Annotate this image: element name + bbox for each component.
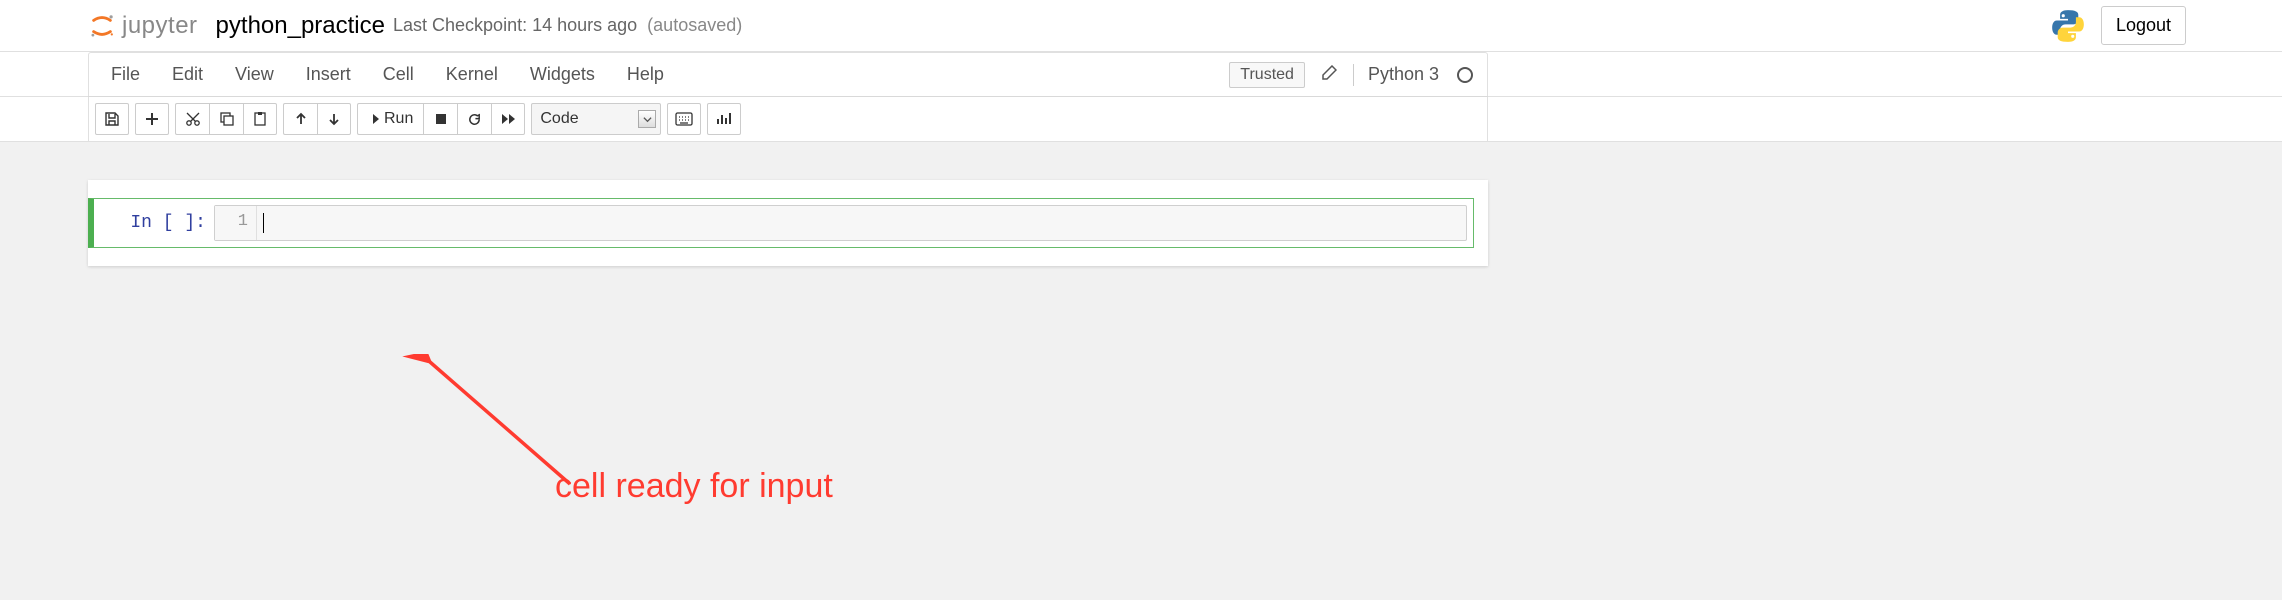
move-up-button[interactable]	[283, 103, 317, 135]
menubar: File Edit View Insert Cell Kernel Widget…	[88, 52, 1488, 96]
notebook-area: In [ ]: 1 cell ready for input	[0, 142, 2282, 600]
stop-icon	[435, 113, 447, 125]
kernel-name[interactable]: Python 3	[1362, 64, 1445, 85]
checkpoint-text: Last Checkpoint: 14 hours ago	[393, 15, 637, 36]
jupyter-logo-text: jupyter	[122, 12, 198, 40]
notebook-title[interactable]: python_practice	[216, 12, 385, 40]
logout-button[interactable]: Logout	[2101, 6, 2186, 45]
run-icon	[368, 113, 380, 125]
cell-input-area[interactable]: 1	[214, 205, 1467, 241]
divider	[1353, 64, 1354, 86]
pencil-icon[interactable]	[1313, 61, 1345, 88]
cell-prompt: In [ ]:	[94, 205, 214, 241]
annotation-text: cell ready for input	[555, 467, 833, 506]
notebook-container: In [ ]: 1	[88, 180, 1488, 266]
code-editor[interactable]	[257, 206, 1466, 240]
scissors-icon	[185, 111, 201, 127]
menu-insert[interactable]: Insert	[290, 56, 367, 93]
restart-icon	[467, 112, 482, 127]
code-cell[interactable]: In [ ]: 1	[88, 198, 1474, 248]
add-cell-button[interactable]	[135, 103, 169, 135]
paste-icon	[252, 111, 268, 127]
toolbar-container: Run Code	[0, 97, 2282, 142]
header: jupyter python_practice Last Checkpoint:…	[0, 0, 2282, 52]
header-right: Logout	[2049, 6, 2186, 45]
arrow-up-icon	[294, 112, 308, 126]
plus-icon	[145, 112, 159, 126]
run-group: Run	[357, 103, 525, 135]
menu-help[interactable]: Help	[611, 56, 680, 93]
bar-chart-icon	[716, 112, 732, 126]
cut-button[interactable]	[175, 103, 209, 135]
menubar-right: Trusted Python 3	[1229, 61, 1481, 88]
menu-cell[interactable]: Cell	[367, 56, 430, 93]
kernel-idle-icon	[1457, 67, 1473, 83]
save-button[interactable]	[95, 103, 129, 135]
autosaved-text: (autosaved)	[647, 15, 742, 36]
menu-file[interactable]: File	[95, 56, 156, 93]
keyboard-icon	[675, 112, 693, 126]
celltype-value: Code	[540, 110, 578, 128]
command-palette-button[interactable]	[667, 103, 701, 135]
move-group	[283, 103, 351, 135]
dropdown-arrow-icon	[638, 110, 656, 128]
copy-icon	[219, 111, 235, 127]
arrow-down-icon	[327, 112, 341, 126]
line-number: 1	[215, 206, 257, 240]
celltype-select[interactable]: Code	[531, 103, 661, 135]
save-icon	[104, 111, 120, 127]
menu-widgets[interactable]: Widgets	[514, 56, 611, 93]
move-down-button[interactable]	[317, 103, 351, 135]
run-label: Run	[384, 110, 413, 128]
interrupt-button[interactable]	[423, 103, 457, 135]
menu-edit[interactable]: Edit	[156, 56, 219, 93]
restart-run-all-button[interactable]	[491, 103, 525, 135]
restart-button[interactable]	[457, 103, 491, 135]
annotation-arrow-icon	[400, 354, 600, 534]
fast-forward-icon	[501, 112, 516, 126]
toolbar: Run Code	[88, 97, 1488, 141]
paste-button[interactable]	[243, 103, 277, 135]
jupyter-icon	[88, 12, 116, 40]
menu-kernel[interactable]: Kernel	[430, 56, 514, 93]
menu-view[interactable]: View	[219, 56, 290, 93]
python-icon	[2049, 7, 2087, 45]
menubar-container: File Edit View Insert Cell Kernel Widget…	[0, 52, 2282, 97]
text-cursor	[263, 213, 264, 233]
edit-group	[175, 103, 277, 135]
trusted-badge[interactable]: Trusted	[1229, 62, 1305, 88]
jupyter-logo[interactable]: jupyter	[88, 12, 198, 40]
header-inner: jupyter python_practice Last Checkpoint:…	[88, 12, 1488, 40]
copy-button[interactable]	[209, 103, 243, 135]
run-button[interactable]: Run	[357, 103, 423, 135]
chart-button[interactable]	[707, 103, 741, 135]
